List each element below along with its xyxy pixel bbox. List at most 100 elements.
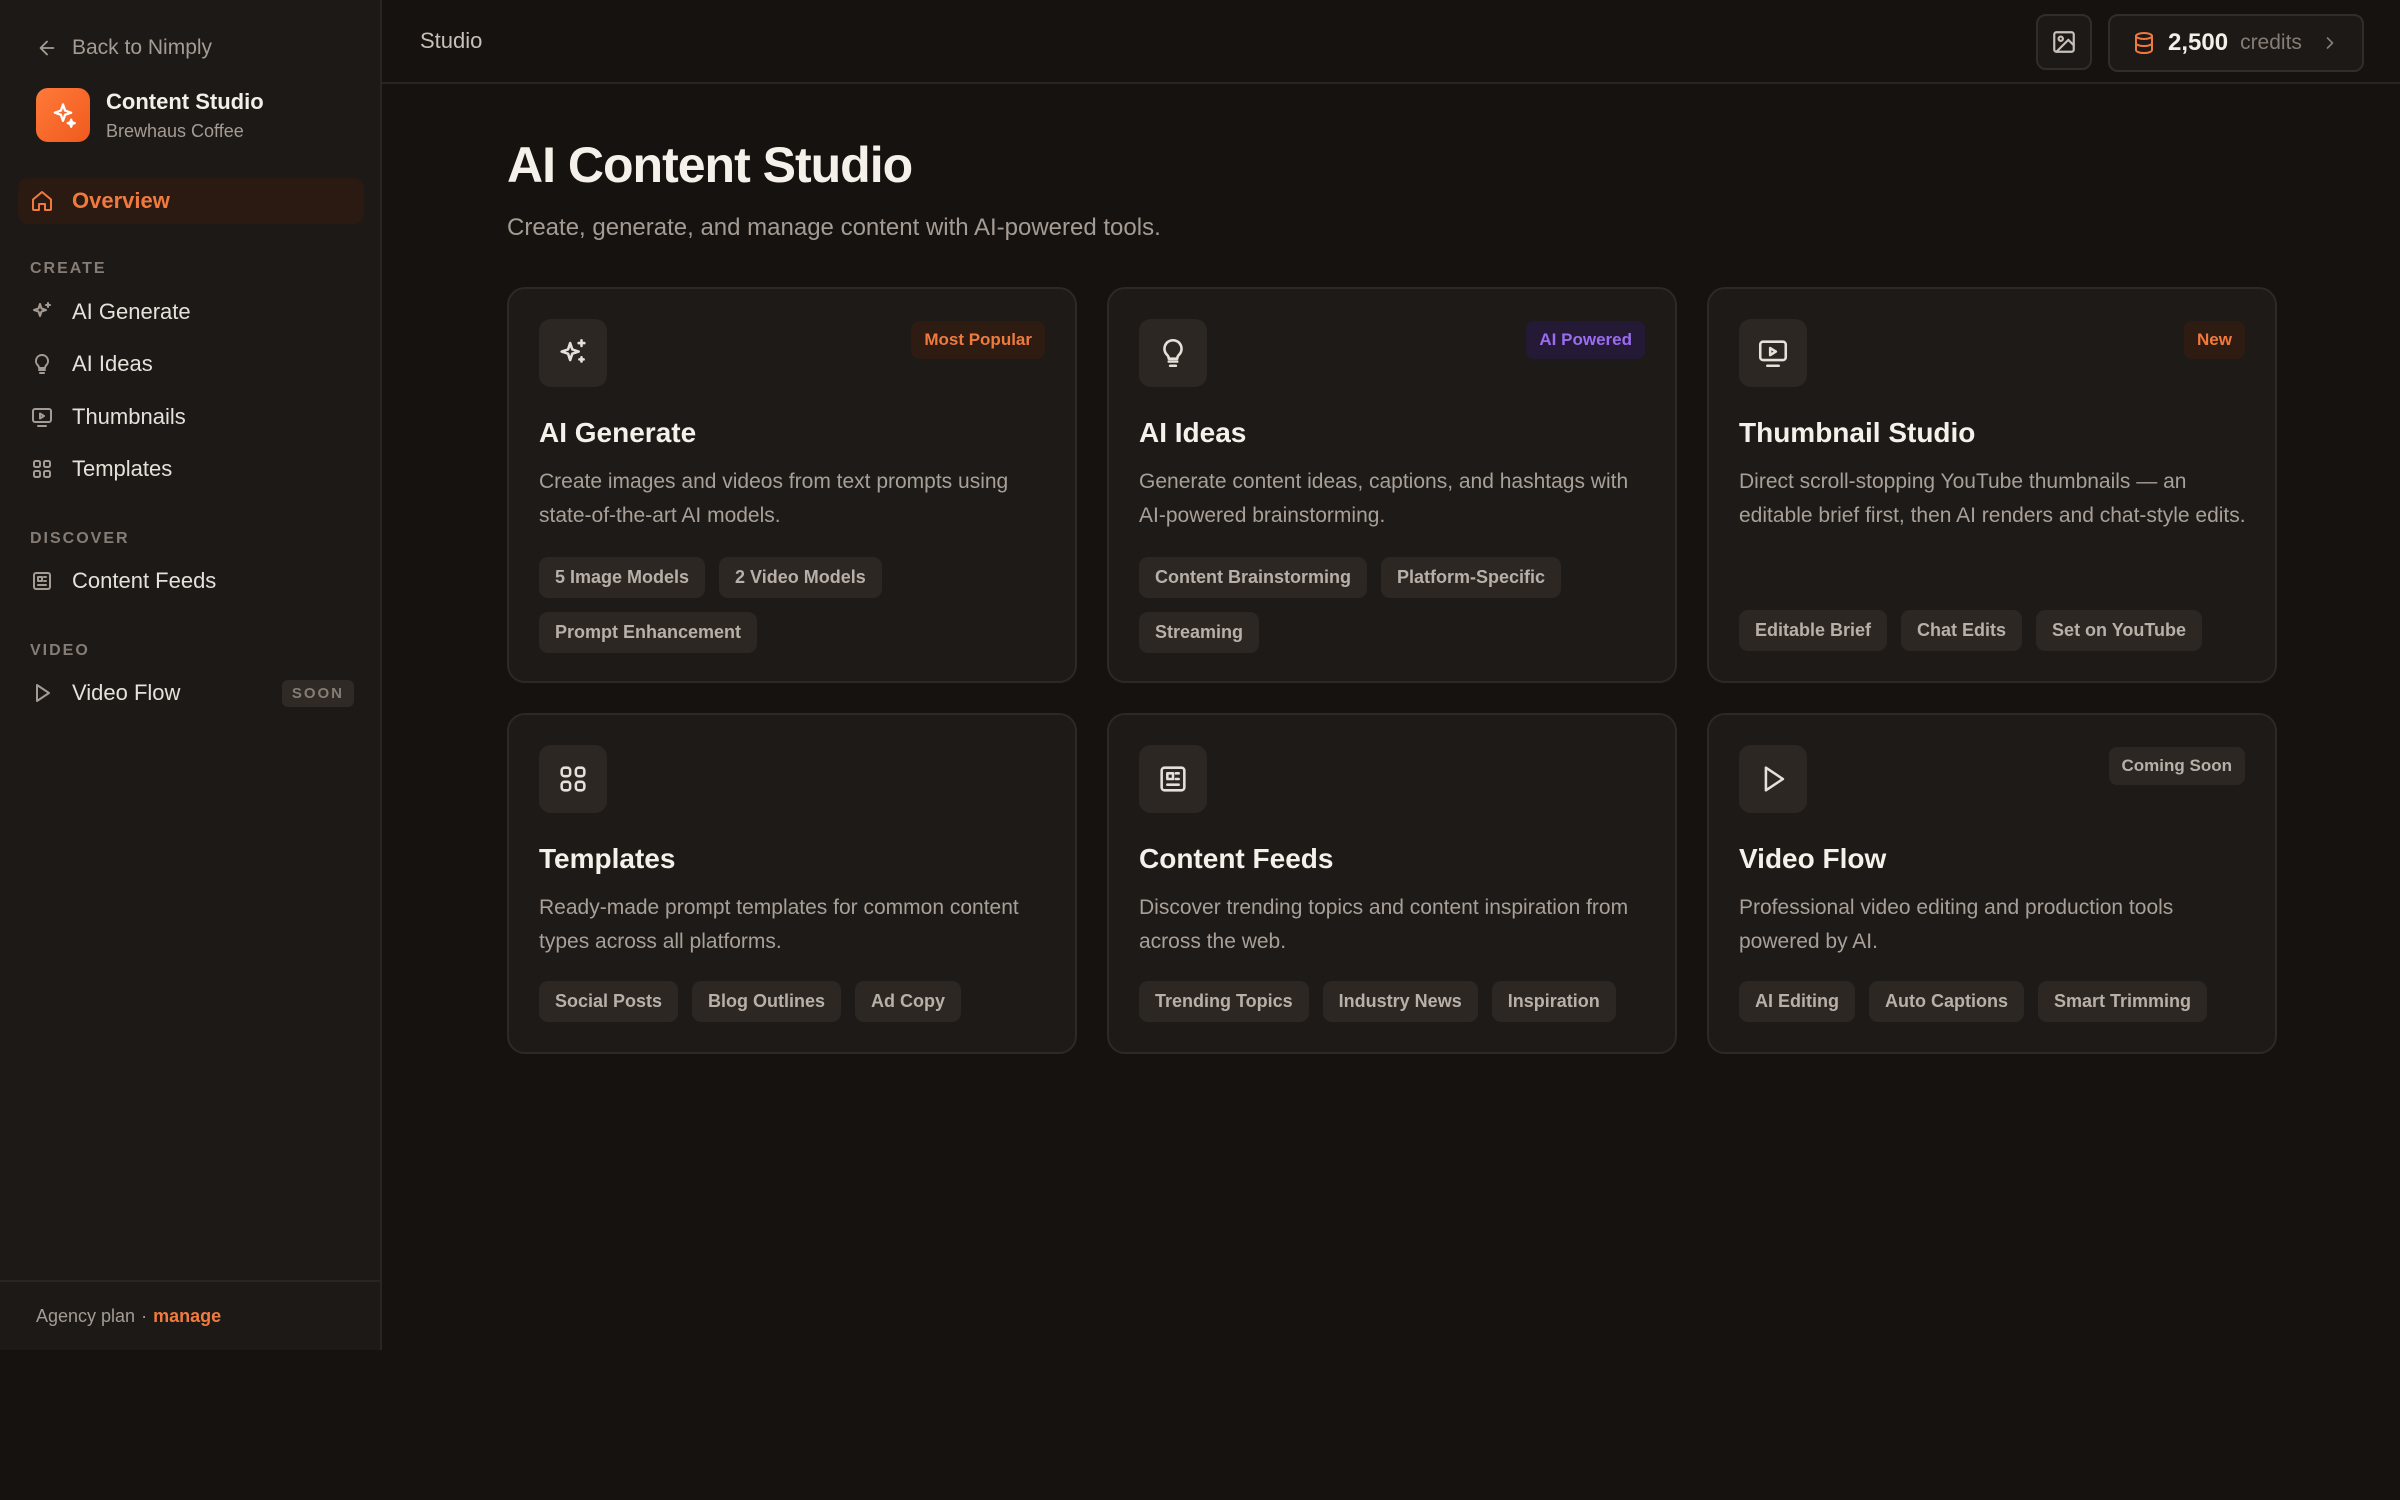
card-icon-box	[1139, 745, 1207, 813]
badge-new: New	[2184, 321, 2245, 359]
sparkles-icon	[53, 103, 76, 128]
tag: Prompt Enhancement	[539, 612, 758, 653]
home-icon	[32, 191, 52, 211]
footer-separator: ·	[141, 1305, 148, 1326]
tag: Editable Brief	[1739, 610, 1888, 651]
tag: Streaming	[1139, 612, 1260, 653]
card-description: Ready-made prompt templates for common c…	[539, 896, 1019, 953]
monitor-play-icon	[32, 408, 52, 427]
card-title: Templates	[539, 843, 676, 874]
sidebar-item-label: Content Feeds	[72, 568, 217, 593]
card-tags: 5 Image Models 2 Video Models Prompt Enh…	[539, 557, 1059, 653]
card-video-flow[interactable]: Coming Soon Video Flow Professional vide…	[1707, 713, 2277, 1054]
tag: Inspiration	[1491, 981, 1616, 1022]
newspaper-icon	[33, 572, 51, 590]
nav-section-create: CREATE	[30, 260, 107, 277]
card-thumbnail-studio[interactable]: New Thumbnail Studio Direct scroll-stopp…	[1707, 287, 2277, 683]
card-tags: Editable Brief Chat Edits Set on YouTube	[1739, 610, 2259, 651]
grid-icon	[33, 460, 51, 478]
card-icon-box	[1139, 319, 1207, 387]
tag: Smart Trimming	[2038, 981, 2208, 1022]
card-title: AI Generate	[539, 417, 697, 448]
sidebar-item-label: Thumbnails	[72, 404, 186, 429]
back-link-label: Back to Nimply	[72, 36, 213, 59]
tag: Trending Topics	[1139, 981, 1309, 1022]
monitor-play-icon	[1758, 340, 1788, 368]
card-tags: AI Editing Auto Captions Smart Trimming	[1739, 981, 2259, 1022]
plan-label: Agency plan	[36, 1305, 136, 1326]
topbar: Studio 2,500 credits	[382, 0, 2400, 84]
sidebar-item-templates[interactable]: Templates	[30, 451, 354, 487]
card-ai-ideas[interactable]: AI Powered AI Ideas Generate content ide…	[1107, 287, 1677, 683]
nav-section-video: VIDEO	[30, 642, 90, 659]
card-icon-box	[539, 319, 607, 387]
tag: Industry News	[1322, 981, 1478, 1022]
card-tags: Trending Topics Industry News Inspiratio…	[1139, 981, 1659, 1022]
tag: Content Brainstorming	[1139, 557, 1367, 598]
badge-ai-powered: AI Powered	[1526, 321, 1645, 359]
sidebar: Back to Nimply Content Studio Brewhaus C…	[0, 0, 382, 1350]
sidebar-item-thumbnails[interactable]: Thumbnails	[30, 399, 354, 435]
credits-button[interactable]: 2,500 credits	[2108, 14, 2364, 72]
card-description: Create images and videos from text promp…	[539, 470, 1009, 527]
newspaper-icon	[1160, 766, 1186, 792]
sparkles-icon	[560, 338, 586, 363]
arrow-left-icon	[39, 40, 55, 56]
tag: Platform-Specific	[1381, 557, 1562, 598]
grid-icon	[560, 766, 586, 792]
tag: Blog Outlines	[692, 981, 842, 1022]
manage-link[interactable]: manage	[153, 1306, 221, 1327]
card-icon-box	[1739, 745, 1807, 813]
play-icon	[36, 684, 50, 702]
back-link[interactable]: Back to Nimply	[36, 32, 212, 64]
sidebar-item-label: AI Ideas	[72, 351, 153, 376]
tag: Social Posts	[539, 981, 679, 1022]
sidebar-item-video-flow[interactable]: Video Flow SOON	[30, 675, 354, 711]
tag: AI Editing	[1739, 981, 1855, 1022]
card-templates[interactable]: Templates Ready-made prompt templates fo…	[507, 713, 1077, 1054]
card-title: Video Flow	[1739, 843, 1887, 874]
sidebar-item-label: Templates	[72, 456, 173, 481]
lightbulb-icon	[1163, 338, 1183, 368]
page-subtitle: Create, generate, and manage content wit…	[507, 214, 1161, 241]
card-icon-box	[539, 745, 607, 813]
brand-logo	[36, 88, 90, 142]
card-title: Thumbnail Studio	[1739, 417, 1976, 448]
tag: Ad Copy	[855, 981, 962, 1022]
sparkles-icon	[33, 302, 51, 317]
page-title: AI Content Studio	[507, 137, 913, 193]
card-description: Professional video editing and productio…	[1739, 896, 2174, 953]
sidebar-item-label: Overview	[72, 188, 170, 213]
sidebar-item-content-feeds[interactable]: Content Feeds	[30, 563, 354, 599]
topbar-title: Studio	[420, 28, 483, 53]
sidebar-item-ai-ideas[interactable]: AI Ideas	[30, 346, 354, 382]
sidebar-footer: Agency plan · manage	[0, 1280, 380, 1350]
chevron-right-icon	[2326, 37, 2334, 49]
tag: 5 Image Models	[539, 557, 706, 598]
card-title: AI Ideas	[1139, 417, 1247, 448]
card-ai-generate[interactable]: Most Popular AI Generate Create images a…	[507, 287, 1077, 683]
tag: Set on YouTube	[2036, 610, 2203, 651]
card-icon-box	[1739, 319, 1807, 387]
card-description: Generate content ideas, captions, and ha…	[1139, 470, 1629, 527]
soon-badge: SOON	[281, 679, 354, 707]
sidebar-item-overview[interactable]: Overview	[18, 178, 364, 224]
play-icon	[1764, 766, 1785, 792]
sidebar-item-ai-generate[interactable]: AI Generate	[30, 294, 354, 330]
brand-name: Content Studio	[106, 88, 264, 114]
tag: Chat Edits	[1901, 610, 2023, 651]
credits-label: credits	[2240, 31, 2302, 54]
tag: Auto Captions	[1869, 981, 2024, 1022]
brand-subtitle: Brewhaus Coffee	[106, 120, 244, 141]
credits-value: 2,500	[2168, 29, 2229, 56]
sidebar-item-label: Video Flow	[72, 680, 181, 705]
media-library-button[interactable]	[2036, 14, 2092, 70]
card-title: Content Feeds	[1139, 843, 1334, 874]
nav-section-discover: DISCOVER	[30, 530, 130, 547]
database-icon	[2135, 32, 2153, 54]
badge-most-popular: Most Popular	[911, 321, 1045, 359]
sidebar-item-label: AI Generate	[72, 299, 191, 324]
card-content-feeds[interactable]: Content Feeds Discover trending topics a…	[1107, 713, 1677, 1054]
tag: 2 Video Models	[719, 557, 882, 598]
card-tags: Social Posts Blog Outlines Ad Copy	[539, 981, 1059, 1022]
